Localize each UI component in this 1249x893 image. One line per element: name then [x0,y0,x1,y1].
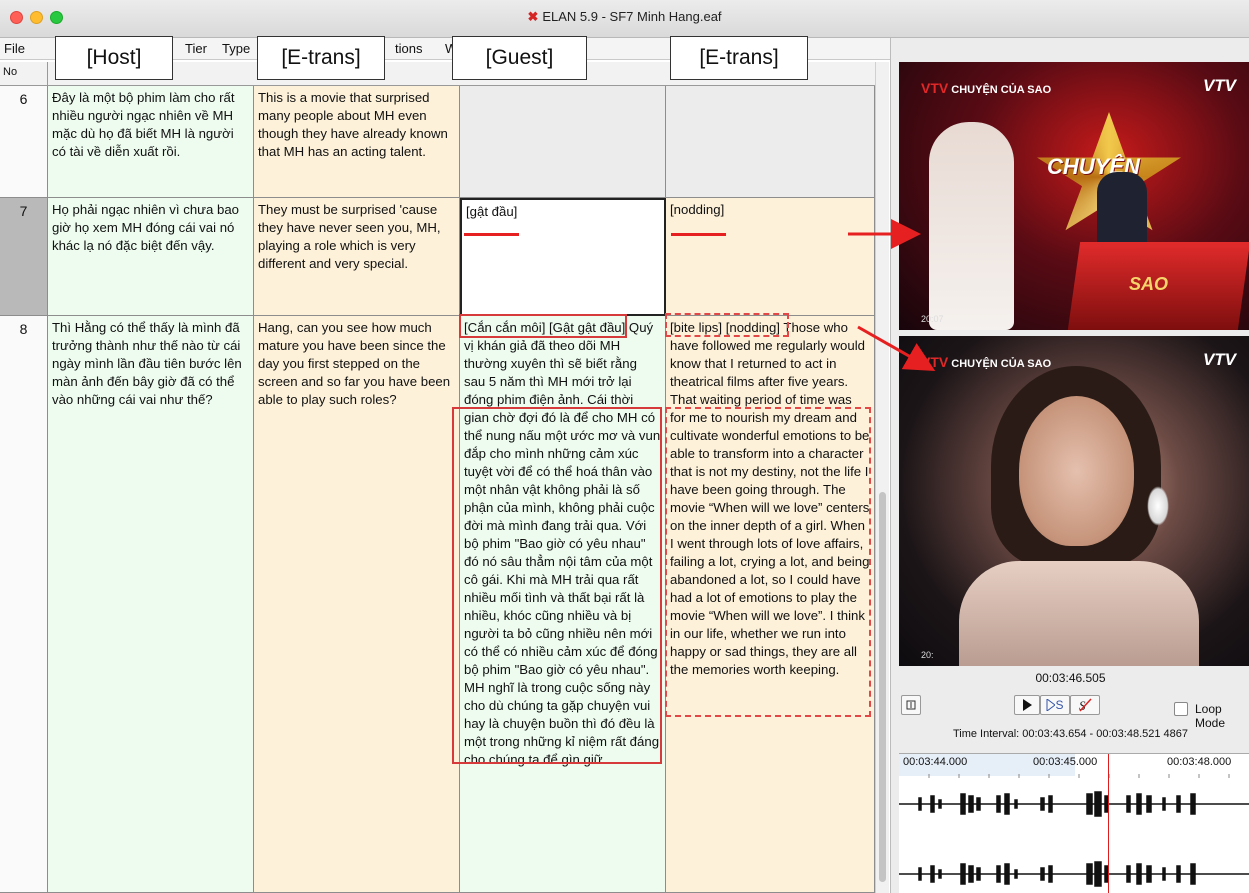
guest-cell-editing[interactable]: [gật đầu] [460,198,666,316]
nodding-underline [671,233,726,236]
menu-options[interactable]: tions [395,41,422,56]
host-cell[interactable]: Đây là một bộ phim làm cho rất nhiều ngư… [48,86,254,198]
label-etrans-guest: [E-trans] [670,36,808,80]
guest-speech-box [452,407,662,764]
waveform [899,774,1249,887]
video-bottom[interactable]: VTV CHUYỆN CỦA SAO VTV 20: [899,336,1249,666]
guest-face [1019,396,1134,546]
label-guest: [Guest] [452,36,587,80]
video-person-guest [1097,172,1147,252]
host-etrans-cell[interactable]: This is a movie that surprised many peop… [254,86,460,198]
time-interval: Time Interval: 00:03:43.654 - 00:03:48.5… [952,728,1189,740]
menu-tier[interactable]: Tier [185,41,207,56]
grid-scrollbar[interactable] [875,62,889,893]
video-stamp: 20:07 [921,314,944,324]
video-person-host [929,122,1014,330]
menu-type[interactable]: Type [222,41,250,56]
guest-nonverbal-box [459,314,627,338]
waveform-viewer[interactable]: 00:03:44.000 00:03:45.000 00:03:48.000 [899,753,1249,893]
play-selection-button[interactable]: S [1040,695,1070,715]
elan-logo-icon: ✖ [527,9,539,24]
guest-dress [959,561,1199,666]
host-etrans-cell[interactable]: Hang, can you see how much mature you ha… [254,316,460,893]
host-cell[interactable]: Họ phải ngạc nhiên vì chưa bao giờ họ xe… [48,198,254,316]
guest-cell[interactable] [460,86,666,198]
vtv-channel-logo: VTV CHUYỆN CỦA SAO [921,354,1052,370]
label-etrans-host: [E-trans] [257,36,385,80]
host-cell[interactable]: Thì Hằng có thể thấy là mình đã trưởng t… [48,316,254,893]
play-selection-icon [1046,699,1056,711]
current-time: 00:03:46.505 [1035,671,1106,685]
clear-selection-icon[interactable]: S [1070,695,1100,715]
playhead-cursor[interactable] [1108,754,1109,893]
row-number[interactable]: 8 [0,316,48,893]
play-selection-label: S [1055,698,1064,712]
loop-mode-checkbox[interactable] [1174,702,1188,716]
etrans-nonverbal-dashed-box [665,313,789,337]
loop-mode-label: Loop Mode [1195,702,1226,730]
title-bar: ✖ ELAN 5.9 - SF7 Minh Hang.eaf [0,0,1249,38]
label-host: [Host] [55,36,173,80]
guest-etrans-cell[interactable]: [nodding] [666,198,875,316]
window-title-text: ELAN 5.9 - SF7 Minh Hang.eaf [542,9,722,24]
column-header-no: No [0,62,48,86]
window-title: ✖ ELAN 5.9 - SF7 Minh Hang.eaf [0,9,1249,25]
video-stamp: 20: [921,650,934,660]
row-number[interactable]: 6 [0,86,48,198]
vtv-brand-logo: VTV [1202,76,1236,95]
guest-etrans-cell[interactable] [666,86,875,198]
video-top[interactable]: CHUYỆN SAO VTV CHUYỆN CỦA SAO VTV 20:07 [899,62,1249,330]
desk-text: SAO [1129,274,1169,294]
vtv-brand-logo: VTV [1202,350,1236,369]
grid-scrollbar-thumb[interactable] [879,492,886,882]
media-pane: CHUYỆN SAO VTV CHUYỆN CỦA SAO VTV 20:07 … [890,38,1249,893]
menu-file[interactable]: File [4,41,25,56]
selection-mode-icon[interactable] [901,695,921,715]
gat-dau-underline [464,233,519,236]
etrans-speech-dashed-box [665,407,871,717]
guest-earring [1147,486,1169,526]
host-etrans-cell[interactable]: They must be surprised 'cause they have … [254,198,460,316]
row-number-selected[interactable]: 7 [0,198,48,316]
vtv-channel-logo: VTV CHUYỆN CỦA SAO [921,80,1052,96]
play-icon[interactable] [1014,695,1040,715]
